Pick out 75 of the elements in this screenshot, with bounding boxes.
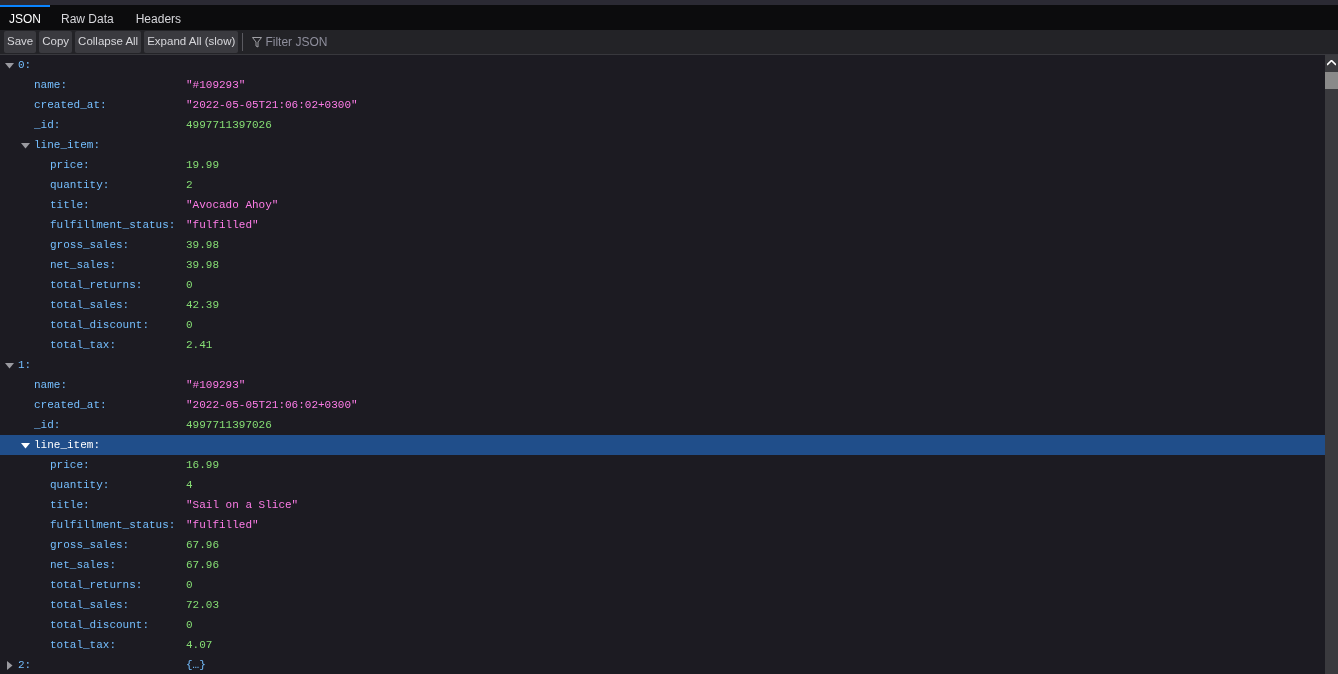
collapsed-triangle-icon[interactable] [5, 660, 14, 670]
tab[interactable]: Headers [124, 5, 193, 30]
json-value: "2022-05-05T21:06:02+0300" [186, 97, 358, 113]
json-value: 0 [186, 577, 193, 593]
json-value: "Avocado Ahoy" [186, 197, 279, 213]
json-key: name: [34, 376, 67, 394]
json-key: price: [50, 456, 90, 474]
json-key: name: [34, 76, 67, 94]
json-value: 19.99 [186, 157, 219, 173]
json-key: net_sales: [50, 556, 116, 574]
json-value: 0 [186, 277, 193, 293]
json-value: 67.96 [186, 557, 219, 573]
toolbar-button[interactable]: Collapse All [75, 31, 142, 53]
json-value: "fulfilled" [186, 517, 259, 533]
json-key: created_at: [34, 396, 107, 414]
json-key: _id: [34, 416, 61, 434]
json-value: 2 [186, 177, 193, 193]
filter-field[interactable]: Filter JSON [265, 33, 446, 51]
collapsed-object: {…} [186, 657, 206, 673]
json-key: fulfillment_status: [50, 216, 176, 234]
json-key: total_discount: [50, 616, 150, 634]
json-key: total_tax: [50, 636, 116, 654]
json-value: 67.96 [186, 537, 219, 553]
json-value: 0 [186, 317, 193, 333]
json-key: _id: [34, 116, 61, 134]
json-key: gross_sales: [50, 236, 130, 254]
expanded-triangle-icon[interactable] [21, 140, 30, 150]
scrollbar[interactable] [1325, 55, 1338, 674]
toolbar-button[interactable]: Save [4, 31, 37, 53]
json-value: 72.03 [186, 597, 219, 613]
scrollbar-thumb[interactable] [1325, 72, 1338, 89]
json-key: total_returns: [50, 576, 143, 594]
json-key: price: [50, 156, 90, 174]
json-key: line_item: [34, 136, 100, 154]
json-value: 4997711397026 [186, 117, 272, 133]
json-value: "fulfilled" [186, 217, 259, 233]
json-key: gross_sales: [50, 536, 130, 554]
json-key: 2: [18, 656, 32, 674]
json-value: "#109293" [186, 77, 246, 93]
json-value: 2.41 [186, 337, 213, 353]
json-key: 0: [18, 56, 32, 74]
selected-row[interactable]: line_item: [0, 435, 1325, 455]
toolbar-button[interactable]: Copy [39, 31, 73, 53]
expanded-triangle-icon[interactable] [21, 440, 30, 450]
json-value: 4997711397026 [186, 417, 272, 433]
expanded-triangle-icon[interactable] [5, 60, 14, 70]
filter-icon [252, 36, 263, 48]
json-key: net_sales: [50, 256, 116, 274]
json-value: 39.98 [186, 257, 219, 273]
json-key: title: [50, 196, 90, 214]
json-key: total_returns: [50, 276, 143, 294]
json-value: "Sail on a Slice" [186, 497, 299, 513]
json-key: line_item: [34, 436, 100, 454]
json-value: 4 [186, 477, 193, 493]
json-value: 42.39 [186, 297, 219, 313]
toolbar-button[interactable]: Expand All (slow) [144, 31, 239, 53]
json-value: 16.99 [186, 457, 219, 473]
json-key: total_discount: [50, 316, 150, 334]
scroll-up-icon[interactable] [1327, 60, 1336, 66]
json-key: fulfillment_status: [50, 516, 176, 534]
expanded-triangle-icon[interactable] [5, 360, 14, 370]
json-key: total_tax: [50, 336, 116, 354]
json-value: "#109293" [186, 377, 246, 393]
json-key: quantity: [50, 176, 110, 194]
json-key: quantity: [50, 476, 110, 494]
json-value: 0 [186, 617, 193, 633]
json-value: 39.98 [186, 237, 219, 253]
json-key: 1: [18, 356, 32, 374]
json-key: total_sales: [50, 596, 130, 614]
json-key: title: [50, 496, 90, 514]
json-key: created_at: [34, 96, 107, 114]
json-value: "2022-05-05T21:06:02+0300" [186, 397, 358, 413]
tab[interactable]: Raw Data [50, 5, 125, 30]
json-value: 4.07 [186, 637, 213, 653]
json-key: total_sales: [50, 296, 130, 314]
